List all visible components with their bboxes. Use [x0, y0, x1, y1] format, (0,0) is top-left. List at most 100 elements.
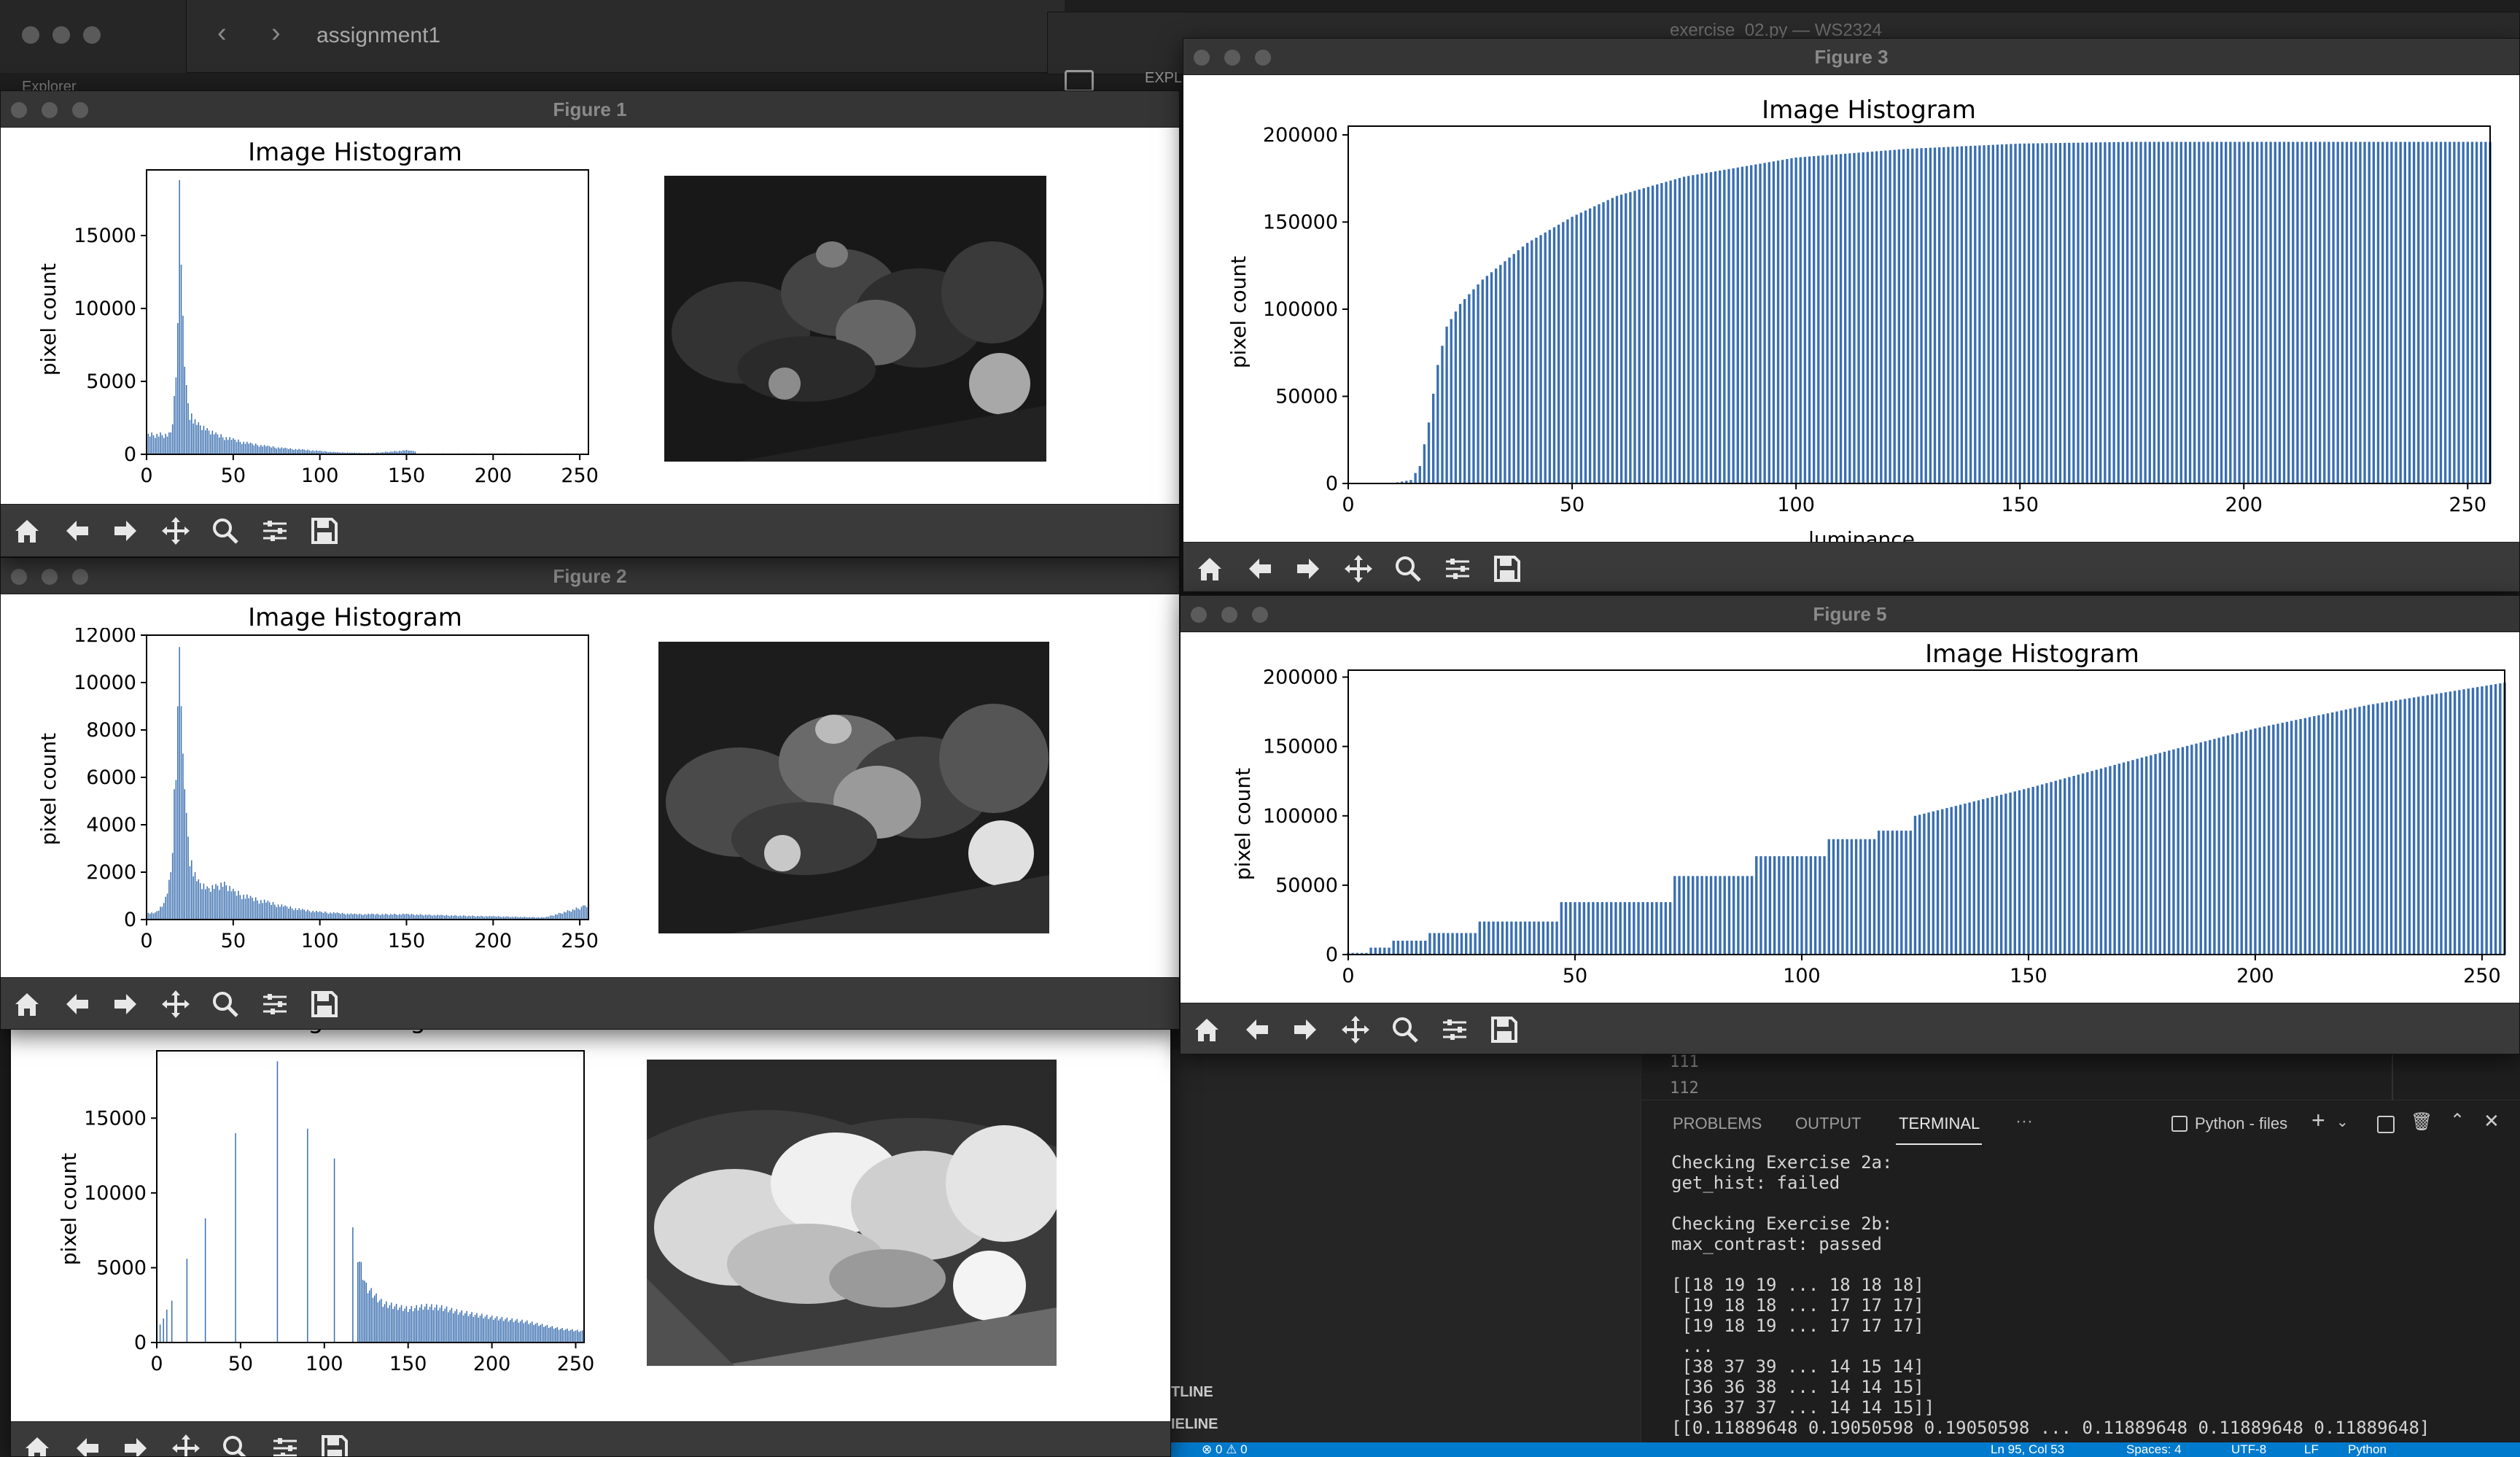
histogram-bar — [1709, 876, 1713, 955]
histogram-bar — [472, 1316, 475, 1343]
maximize-panel-icon[interactable]: ⌃ — [2450, 1110, 2465, 1131]
histogram-bar — [346, 913, 349, 920]
status-language[interactable]: Python — [2348, 1442, 2387, 1457]
histogram-bar — [217, 885, 219, 920]
tab-terminal[interactable]: TERMINAL — [1899, 1114, 1980, 1133]
terminal-output[interactable]: Checking Exercise 2a: get_hist: failed Che… — [1671, 1152, 2510, 1438]
histogram-bar — [416, 914, 418, 920]
save-button[interactable] — [1485, 1012, 1523, 1047]
back-arrow-button[interactable] — [58, 987, 96, 1022]
new-terminal-icon[interactable]: + — [2311, 1107, 2325, 1134]
histogram-bar — [2292, 141, 2295, 483]
status-problems[interactable]: ⊗ 0 ⚠ 0 — [1202, 1442, 1248, 1457]
outline-section[interactable]: TLINE — [1171, 1384, 1213, 1401]
histogram-bar — [493, 1319, 494, 1343]
zoom-button[interactable] — [217, 1431, 254, 1456]
pan-move-button[interactable] — [157, 513, 195, 548]
histogram-bar — [573, 1331, 575, 1343]
home-button[interactable] — [18, 1431, 56, 1456]
back-arrow-button[interactable] — [1240, 551, 1278, 586]
histogram-bar — [2148, 141, 2151, 483]
save-button[interactable] — [316, 1431, 354, 1456]
forward-arrow-button[interactable] — [107, 513, 145, 548]
split-terminal-icon[interactable] — [2377, 1116, 2395, 1133]
save-button[interactable] — [306, 987, 343, 1022]
close-panel-icon[interactable]: ✕ — [2484, 1110, 2500, 1132]
histogram-bar — [359, 913, 361, 920]
trash-icon[interactable]: 🗑 — [2411, 1111, 2432, 1132]
forward-arrow-button[interactable] — [1290, 551, 1328, 586]
panel-more-icon[interactable]: ··· — [2015, 1111, 2033, 1132]
chevron-down-icon[interactable]: ⌄ — [2336, 1113, 2349, 1131]
histogram-bar — [2349, 141, 2353, 483]
pan-move-button[interactable] — [167, 1431, 205, 1456]
back-arrow-button[interactable] — [68, 1431, 106, 1456]
histogram-bar — [155, 438, 156, 454]
status-encoding[interactable]: UTF-8 — [2231, 1442, 2266, 1457]
histogram-bar — [187, 403, 189, 454]
histogram-bar — [2117, 141, 2120, 484]
histogram-bar — [2122, 762, 2126, 955]
window-minimize-light[interactable] — [52, 26, 70, 44]
window-titlebar[interactable]: Figure 1 — [1, 91, 1179, 128]
window-titlebar[interactable]: Figure 2 — [1, 558, 1179, 594]
histogram-bar — [431, 1304, 432, 1343]
home-button[interactable] — [8, 513, 46, 548]
status-eol[interactable]: LF — [2304, 1442, 2319, 1457]
forward-arrow-button[interactable] — [107, 987, 145, 1022]
zoom-button[interactable] — [1389, 551, 1427, 586]
tab-problems[interactable]: PROBLEMS — [1673, 1114, 1762, 1133]
configure-subplots-button[interactable] — [256, 987, 294, 1022]
tab-output[interactable]: OUTPUT — [1795, 1114, 1861, 1133]
home-button[interactable] — [8, 987, 46, 1022]
window-zoom-light[interactable] — [83, 26, 101, 44]
histogram-bar — [227, 440, 229, 454]
histogram-bar — [1633, 190, 1636, 483]
histogram-bar — [1866, 152, 1870, 483]
configure-subplots-button[interactable] — [1439, 551, 1477, 586]
home-button[interactable] — [1191, 551, 1229, 586]
breadcrumb[interactable]: assignment1 — [316, 23, 440, 48]
y-tick-label: 200000 — [1263, 667, 1338, 689]
zoom-button[interactable] — [206, 987, 244, 1022]
zoom-button[interactable] — [1386, 1012, 1424, 1047]
configure-subplots-button[interactable] — [256, 513, 294, 548]
save-button[interactable] — [1488, 551, 1526, 586]
histogram-bar — [1696, 876, 1699, 955]
status-indentation[interactable]: Spaces: 4 — [2126, 1442, 2182, 1457]
histogram-bar — [2359, 141, 2362, 483]
histogram-bar — [205, 889, 206, 920]
back-arrow-button[interactable] — [1237, 1012, 1275, 1047]
histogram-bar — [382, 1307, 384, 1343]
pan-move-button[interactable] — [157, 987, 195, 1022]
configure-subplots-button[interactable] — [1436, 1012, 1474, 1047]
histogram-bar — [1588, 208, 1592, 483]
window-titlebar[interactable]: Figure 5 — [1181, 596, 2519, 632]
configure-subplots-button[interactable] — [266, 1431, 304, 1456]
forward-nav-icon[interactable]: › — [271, 18, 281, 49]
timeline-section[interactable]: IELINE — [1171, 1416, 1218, 1433]
histogram-bar — [568, 1330, 570, 1343]
window-close-light[interactable] — [22, 26, 39, 44]
status-cursor-position[interactable]: Ln 95, Col 53 — [1991, 1442, 2064, 1457]
histogram-bar — [177, 323, 179, 454]
histogram-bar — [404, 914, 405, 920]
histogram-bar — [1383, 947, 1386, 955]
save-button[interactable] — [306, 513, 343, 548]
histogram-bar — [439, 1308, 441, 1343]
explorer-files-icon[interactable] — [1065, 70, 1094, 92]
histogram-bar — [2181, 747, 2185, 955]
forward-arrow-button[interactable] — [1287, 1012, 1325, 1047]
pan-move-button[interactable] — [1337, 1012, 1374, 1047]
terminal-profile-label[interactable]: Python - files — [2195, 1114, 2287, 1133]
window-titlebar[interactable]: Figure 3 — [1183, 39, 2519, 75]
histogram-bar — [1978, 145, 1981, 484]
histogram-bar — [2242, 141, 2245, 483]
back-nav-icon[interactable]: ‹ — [217, 18, 227, 49]
home-button[interactable] — [1188, 1012, 1226, 1047]
forward-arrow-button[interactable] — [117, 1431, 155, 1456]
zoom-button[interactable] — [206, 513, 244, 548]
back-arrow-button[interactable] — [58, 513, 96, 548]
histogram-bar — [489, 1317, 491, 1343]
pan-move-button[interactable] — [1339, 551, 1377, 586]
